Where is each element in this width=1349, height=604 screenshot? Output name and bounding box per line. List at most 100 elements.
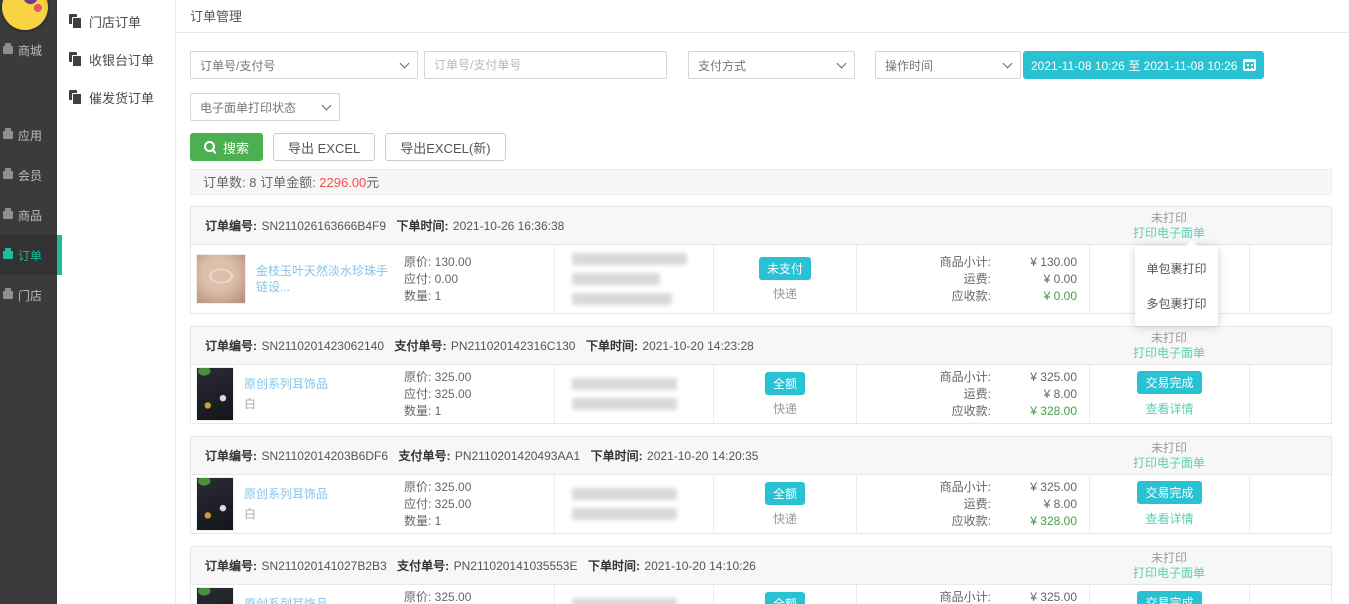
product-image[interactable] — [196, 367, 234, 421]
filter-row-2: 电子面单打印状态 — [190, 93, 1332, 121]
product-variant: 白 — [244, 505, 398, 522]
sidebar-item-stores[interactable]: 门店 — [0, 275, 57, 315]
sidebar-item-label: 商品 — [18, 207, 42, 224]
order-header-info: 订单编号: SN2110201423062140 支付单号: PN2110201… — [205, 337, 760, 355]
order-no-value: SN21102014203B6DF6 — [261, 449, 388, 463]
selected-value: 订单号/支付号 — [200, 57, 275, 74]
amount-due-label: 应收款: — [877, 288, 991, 305]
original-price: 原价: 325.00 — [404, 479, 554, 496]
view-details-link[interactable]: 查看详情 — [1145, 510, 1193, 527]
summary-unit: 元 — [366, 175, 379, 190]
product-image[interactable] — [196, 477, 234, 531]
submenu-item-cashier-orders[interactable]: 收银台订单 — [57, 40, 175, 78]
print-waybill-link[interactable]: 打印电子面单 — [1089, 566, 1249, 581]
product-name-link[interactable]: 金枝玉叶天然淡水珍珠手链设... — [256, 263, 398, 295]
document-icon — [69, 90, 82, 104]
sidebar-item-label: 会员 — [18, 167, 42, 184]
print-waybill-link[interactable]: 打印电子面单 — [1089, 456, 1249, 471]
submenu-item-store-orders[interactable]: 门店订单 — [57, 2, 175, 40]
pay-no-value: PN211020142316C130 — [451, 339, 576, 353]
product-name-link[interactable]: 原创系列耳饰品 — [244, 596, 398, 604]
chevron-down-icon — [400, 58, 410, 68]
action-cell: 交易完成 查看详情 — [1089, 585, 1249, 604]
sidebar-item-mall[interactable]: 商城 — [0, 30, 57, 70]
amount-due-label: 应收款: — [877, 513, 991, 530]
print-waybill-link[interactable]: 打印电子面单 — [1089, 346, 1249, 361]
order-no-type-select[interactable]: 订单号/支付号 — [190, 51, 418, 79]
order-no-value: SN211020141027B2B3 — [261, 559, 386, 573]
order-no-value: SN211026163666B4F9 — [261, 219, 386, 233]
order-card: 订单编号: SN21102014203B6DF6 支付单号: PN2110201… — [190, 436, 1332, 534]
chevron-down-icon — [837, 58, 847, 68]
popup-item-single-package-print[interactable]: 单包裹打印 — [1135, 251, 1218, 286]
sidebar-item-orders[interactable]: 订单 — [0, 235, 57, 275]
shipping-value: ¥ 8.00 — [991, 386, 1077, 403]
sidebar-item-members[interactable]: 会员 — [0, 155, 57, 195]
popup-item-multi-package-print[interactable]: 多包裹打印 — [1135, 286, 1218, 321]
original-price: 原价: 130.00 — [404, 254, 554, 271]
print-status: 未打印 — [1089, 331, 1249, 346]
product-image[interactable] — [196, 587, 234, 604]
amount-due-value: ¥ 328.00 — [991, 513, 1077, 530]
sidebar-item-products[interactable]: 商品 — [0, 195, 57, 235]
order-no-label: 订单编号: — [205, 559, 257, 573]
product-cell: 原创系列耳饰品 白 原价: 325.00 应付: 325.00 数量: 1 — [191, 585, 554, 604]
order-time-value: 2021-10-20 14:23:28 — [642, 339, 753, 353]
product-name-block: 原创系列耳饰品 白 — [244, 596, 404, 604]
sidebar-item-label: 门店 — [18, 287, 42, 304]
waybill-print-status-select[interactable]: 电子面单打印状态 — [190, 93, 340, 121]
product-price-info: 原价: 325.00 应付: 325.00 数量: 1 — [404, 589, 554, 604]
date-range-button[interactable]: 2021-11-08 10:26 至 2021-11-08 10:26 — [1023, 51, 1264, 79]
order-no-input[interactable] — [424, 51, 667, 79]
product-image[interactable] — [196, 254, 246, 304]
subtotal-label: 商品小计: — [877, 254, 991, 271]
order-card-header: 订单编号: SN211026163666B4F9 下单时间: 2021-10-2… — [191, 207, 1331, 245]
date-range-value: 2021-11-08 10:26 至 2021-11-08 10:26 — [1031, 57, 1237, 74]
order-status-badge: 交易完成 — [1137, 591, 1201, 604]
redacted-text-bar — [572, 273, 660, 285]
payable-price: 应付: 325.00 — [404, 386, 554, 403]
delivery-method: 快递 — [773, 400, 797, 417]
redacted-text-bar — [572, 293, 672, 305]
extra-cell — [1249, 475, 1331, 533]
sidebar-item-label: 订单 — [18, 247, 42, 264]
product-price-info: 原价: 325.00 应付: 325.00 数量: 1 — [404, 479, 554, 530]
subtotal-label: 商品小计: — [877, 369, 991, 386]
totals-cell: 商品小计:¥ 325.00 运费:¥ 8.00 应收款:¥ 328.00 — [856, 585, 1089, 604]
time-type-select[interactable]: 操作时间 — [875, 51, 1021, 79]
order-card-header: 订单编号: SN2110201423062140 支付单号: PN2110201… — [191, 327, 1331, 365]
view-details-link[interactable]: 查看详情 — [1145, 400, 1193, 417]
subtotal-value: ¥ 325.00 — [991, 589, 1077, 604]
redacted-text-bar — [572, 488, 677, 500]
original-price: 原价: 325.00 — [404, 369, 554, 386]
members-icon — [3, 171, 13, 179]
shipping-value: ¥ 0.00 — [991, 271, 1077, 288]
export-excel-new-button[interactable]: 导出EXCEL(新) — [385, 133, 505, 161]
products-icon — [3, 211, 13, 219]
quantity: 数量: 1 — [404, 513, 554, 530]
print-waybill-link[interactable]: 打印电子面单 — [1089, 226, 1249, 241]
sidebar-item-apps[interactable]: 应用 — [0, 115, 57, 155]
export-excel-button[interactable]: 导出 EXCEL — [273, 133, 375, 161]
product-name-link[interactable]: 原创系列耳饰品 — [244, 486, 398, 502]
action-cell: 交易完成 查看详情 — [1089, 475, 1249, 533]
quantity: 数量: 1 — [404, 288, 554, 305]
order-time-value: 2021-10-26 16:36:38 — [453, 219, 564, 233]
submenu-item-urge-shipment-orders[interactable]: 催发货订单 — [57, 78, 175, 116]
pay-no-label: 支付单号: — [397, 559, 449, 573]
payment-status-cell: 全额 快递 — [713, 475, 856, 533]
search-button[interactable]: 搜索 — [190, 133, 263, 161]
amount-due-value: ¥ 328.00 — [991, 403, 1077, 420]
submenu-item-label: 催发货订单 — [89, 88, 154, 107]
customer-info-redacted — [554, 365, 713, 423]
redacted-text-bar — [572, 398, 677, 410]
order-no-value: SN2110201423062140 — [261, 339, 384, 353]
order-header-info: 订单编号: SN21102014203B6DF6 支付单号: PN2110201… — [205, 447, 764, 465]
order-time-label: 下单时间: — [396, 219, 448, 233]
product-name-link[interactable]: 原创系列耳饰品 — [244, 376, 398, 392]
apps-icon — [3, 131, 13, 139]
redacted-text-bar — [572, 378, 677, 390]
pay-method-select[interactable]: 支付方式 — [688, 51, 855, 79]
subtotal-label: 商品小计: — [877, 479, 991, 496]
shipping-value: ¥ 8.00 — [991, 496, 1077, 513]
